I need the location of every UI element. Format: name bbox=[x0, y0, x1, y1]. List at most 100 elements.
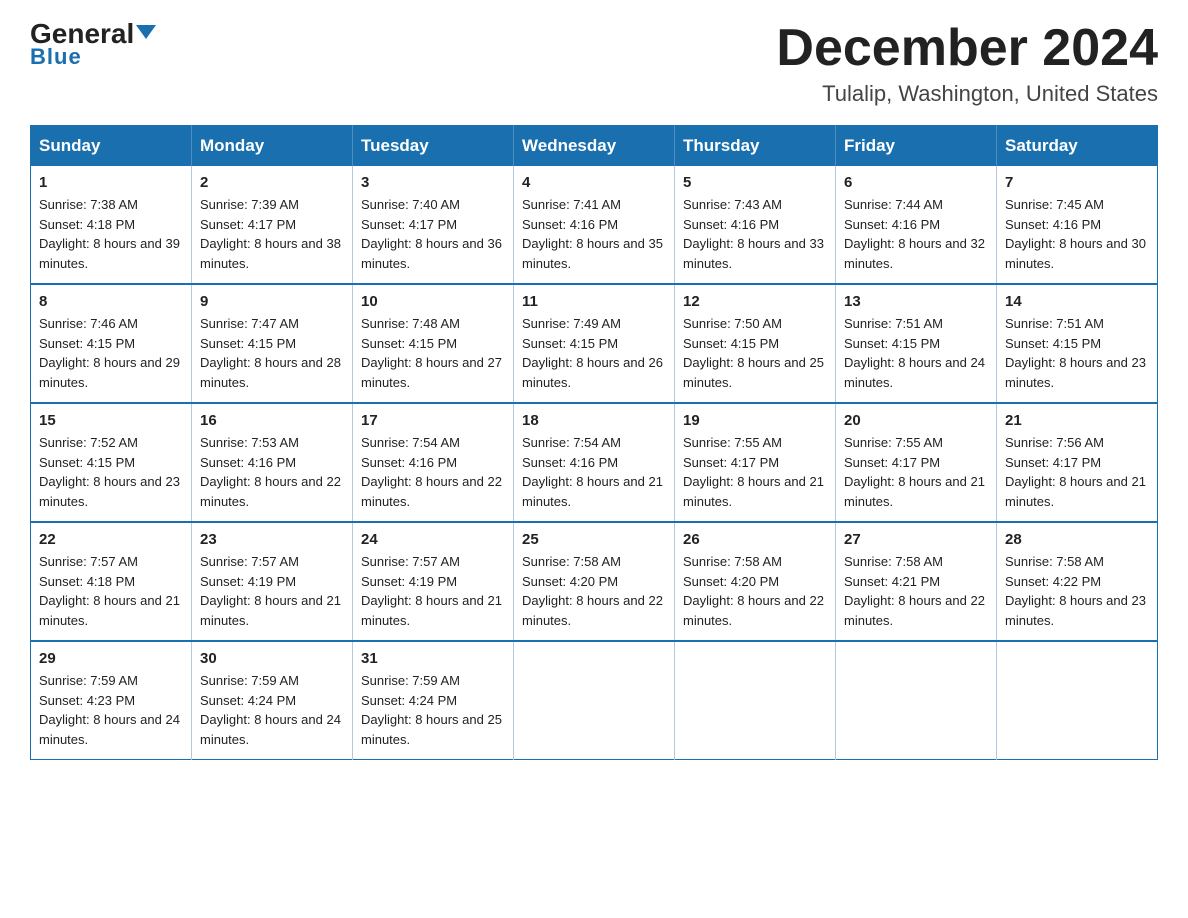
calendar-cell bbox=[675, 641, 836, 760]
day-info: Sunrise: 7:39 AM Sunset: 4:17 PM Dayligh… bbox=[200, 195, 344, 273]
day-info: Sunrise: 7:48 AM Sunset: 4:15 PM Dayligh… bbox=[361, 314, 505, 392]
calendar-cell: 1 Sunrise: 7:38 AM Sunset: 4:18 PM Dayli… bbox=[31, 166, 192, 284]
day-number: 10 bbox=[361, 293, 505, 310]
calendar-cell: 3 Sunrise: 7:40 AM Sunset: 4:17 PM Dayli… bbox=[353, 166, 514, 284]
day-number: 27 bbox=[844, 531, 988, 548]
day-info: Sunrise: 7:45 AM Sunset: 4:16 PM Dayligh… bbox=[1005, 195, 1149, 273]
day-number: 21 bbox=[1005, 412, 1149, 429]
header-friday: Friday bbox=[836, 126, 997, 167]
calendar-cell: 19 Sunrise: 7:55 AM Sunset: 4:17 PM Dayl… bbox=[675, 403, 836, 522]
logo-blue-text: Blue bbox=[30, 44, 82, 70]
calendar-cell: 21 Sunrise: 7:56 AM Sunset: 4:17 PM Dayl… bbox=[997, 403, 1158, 522]
calendar-cell: 6 Sunrise: 7:44 AM Sunset: 4:16 PM Dayli… bbox=[836, 166, 997, 284]
day-info: Sunrise: 7:59 AM Sunset: 4:23 PM Dayligh… bbox=[39, 671, 183, 749]
calendar-cell bbox=[997, 641, 1158, 760]
day-number: 16 bbox=[200, 412, 344, 429]
calendar-cell: 25 Sunrise: 7:58 AM Sunset: 4:20 PM Dayl… bbox=[514, 522, 675, 641]
day-number: 1 bbox=[39, 174, 183, 191]
calendar-cell: 20 Sunrise: 7:55 AM Sunset: 4:17 PM Dayl… bbox=[836, 403, 997, 522]
calendar-week-5: 29 Sunrise: 7:59 AM Sunset: 4:23 PM Dayl… bbox=[31, 641, 1158, 760]
calendar-cell: 16 Sunrise: 7:53 AM Sunset: 4:16 PM Dayl… bbox=[192, 403, 353, 522]
day-info: Sunrise: 7:41 AM Sunset: 4:16 PM Dayligh… bbox=[522, 195, 666, 273]
day-info: Sunrise: 7:58 AM Sunset: 4:20 PM Dayligh… bbox=[683, 552, 827, 630]
day-info: Sunrise: 7:58 AM Sunset: 4:21 PM Dayligh… bbox=[844, 552, 988, 630]
calendar-week-1: 1 Sunrise: 7:38 AM Sunset: 4:18 PM Dayli… bbox=[31, 166, 1158, 284]
day-number: 18 bbox=[522, 412, 666, 429]
calendar-header: SundayMondayTuesdayWednesdayThursdayFrid… bbox=[31, 126, 1158, 167]
day-info: Sunrise: 7:58 AM Sunset: 4:22 PM Dayligh… bbox=[1005, 552, 1149, 630]
day-number: 17 bbox=[361, 412, 505, 429]
day-info: Sunrise: 7:57 AM Sunset: 4:18 PM Dayligh… bbox=[39, 552, 183, 630]
header-sunday: Sunday bbox=[31, 126, 192, 167]
calendar-cell: 17 Sunrise: 7:54 AM Sunset: 4:16 PM Dayl… bbox=[353, 403, 514, 522]
day-number: 4 bbox=[522, 174, 666, 191]
calendar-cell: 2 Sunrise: 7:39 AM Sunset: 4:17 PM Dayli… bbox=[192, 166, 353, 284]
day-info: Sunrise: 7:57 AM Sunset: 4:19 PM Dayligh… bbox=[361, 552, 505, 630]
calendar-cell: 12 Sunrise: 7:50 AM Sunset: 4:15 PM Dayl… bbox=[675, 284, 836, 403]
calendar-cell: 10 Sunrise: 7:48 AM Sunset: 4:15 PM Dayl… bbox=[353, 284, 514, 403]
calendar-cell: 8 Sunrise: 7:46 AM Sunset: 4:15 PM Dayli… bbox=[31, 284, 192, 403]
day-number: 26 bbox=[683, 531, 827, 548]
day-info: Sunrise: 7:43 AM Sunset: 4:16 PM Dayligh… bbox=[683, 195, 827, 273]
day-number: 20 bbox=[844, 412, 988, 429]
day-info: Sunrise: 7:57 AM Sunset: 4:19 PM Dayligh… bbox=[200, 552, 344, 630]
day-info: Sunrise: 7:47 AM Sunset: 4:15 PM Dayligh… bbox=[200, 314, 344, 392]
calendar-cell: 23 Sunrise: 7:57 AM Sunset: 4:19 PM Dayl… bbox=[192, 522, 353, 641]
day-number: 3 bbox=[361, 174, 505, 191]
day-info: Sunrise: 7:51 AM Sunset: 4:15 PM Dayligh… bbox=[844, 314, 988, 392]
day-info: Sunrise: 7:44 AM Sunset: 4:16 PM Dayligh… bbox=[844, 195, 988, 273]
calendar-title: December 2024 bbox=[776, 20, 1158, 77]
calendar-cell: 11 Sunrise: 7:49 AM Sunset: 4:15 PM Dayl… bbox=[514, 284, 675, 403]
calendar-week-3: 15 Sunrise: 7:52 AM Sunset: 4:15 PM Dayl… bbox=[31, 403, 1158, 522]
calendar-table: SundayMondayTuesdayWednesdayThursdayFrid… bbox=[30, 125, 1158, 760]
calendar-cell: 22 Sunrise: 7:57 AM Sunset: 4:18 PM Dayl… bbox=[31, 522, 192, 641]
calendar-cell: 13 Sunrise: 7:51 AM Sunset: 4:15 PM Dayl… bbox=[836, 284, 997, 403]
day-info: Sunrise: 7:53 AM Sunset: 4:16 PM Dayligh… bbox=[200, 433, 344, 511]
day-number: 6 bbox=[844, 174, 988, 191]
header-tuesday: Tuesday bbox=[353, 126, 514, 167]
calendar-cell: 7 Sunrise: 7:45 AM Sunset: 4:16 PM Dayli… bbox=[997, 166, 1158, 284]
calendar-cell: 14 Sunrise: 7:51 AM Sunset: 4:15 PM Dayl… bbox=[997, 284, 1158, 403]
day-number: 14 bbox=[1005, 293, 1149, 310]
day-number: 7 bbox=[1005, 174, 1149, 191]
day-number: 25 bbox=[522, 531, 666, 548]
calendar-cell: 31 Sunrise: 7:59 AM Sunset: 4:24 PM Dayl… bbox=[353, 641, 514, 760]
day-info: Sunrise: 7:51 AM Sunset: 4:15 PM Dayligh… bbox=[1005, 314, 1149, 392]
calendar-cell: 30 Sunrise: 7:59 AM Sunset: 4:24 PM Dayl… bbox=[192, 641, 353, 760]
calendar-cell: 15 Sunrise: 7:52 AM Sunset: 4:15 PM Dayl… bbox=[31, 403, 192, 522]
calendar-cell bbox=[836, 641, 997, 760]
title-block: December 2024 Tulalip, Washington, Unite… bbox=[776, 20, 1158, 107]
page-header: General Blue December 2024 Tulalip, Wash… bbox=[30, 20, 1158, 107]
day-info: Sunrise: 7:40 AM Sunset: 4:17 PM Dayligh… bbox=[361, 195, 505, 273]
day-number: 11 bbox=[522, 293, 666, 310]
day-number: 13 bbox=[844, 293, 988, 310]
day-info: Sunrise: 7:52 AM Sunset: 4:15 PM Dayligh… bbox=[39, 433, 183, 511]
calendar-cell: 18 Sunrise: 7:54 AM Sunset: 4:16 PM Dayl… bbox=[514, 403, 675, 522]
logo: General Blue bbox=[30, 20, 156, 70]
day-number: 12 bbox=[683, 293, 827, 310]
day-info: Sunrise: 7:54 AM Sunset: 4:16 PM Dayligh… bbox=[522, 433, 666, 511]
day-number: 19 bbox=[683, 412, 827, 429]
calendar-header-row: SundayMondayTuesdayWednesdayThursdayFrid… bbox=[31, 126, 1158, 167]
calendar-cell: 5 Sunrise: 7:43 AM Sunset: 4:16 PM Dayli… bbox=[675, 166, 836, 284]
day-number: 30 bbox=[200, 650, 344, 667]
day-info: Sunrise: 7:59 AM Sunset: 4:24 PM Dayligh… bbox=[361, 671, 505, 749]
day-info: Sunrise: 7:58 AM Sunset: 4:20 PM Dayligh… bbox=[522, 552, 666, 630]
calendar-body: 1 Sunrise: 7:38 AM Sunset: 4:18 PM Dayli… bbox=[31, 166, 1158, 760]
day-info: Sunrise: 7:56 AM Sunset: 4:17 PM Dayligh… bbox=[1005, 433, 1149, 511]
header-saturday: Saturday bbox=[997, 126, 1158, 167]
day-number: 9 bbox=[200, 293, 344, 310]
day-info: Sunrise: 7:55 AM Sunset: 4:17 PM Dayligh… bbox=[844, 433, 988, 511]
day-number: 24 bbox=[361, 531, 505, 548]
logo-triangle-icon bbox=[136, 25, 156, 39]
day-number: 2 bbox=[200, 174, 344, 191]
day-info: Sunrise: 7:38 AM Sunset: 4:18 PM Dayligh… bbox=[39, 195, 183, 273]
day-number: 29 bbox=[39, 650, 183, 667]
day-info: Sunrise: 7:54 AM Sunset: 4:16 PM Dayligh… bbox=[361, 433, 505, 511]
calendar-cell: 29 Sunrise: 7:59 AM Sunset: 4:23 PM Dayl… bbox=[31, 641, 192, 760]
calendar-cell: 27 Sunrise: 7:58 AM Sunset: 4:21 PM Dayl… bbox=[836, 522, 997, 641]
day-info: Sunrise: 7:49 AM Sunset: 4:15 PM Dayligh… bbox=[522, 314, 666, 392]
day-number: 22 bbox=[39, 531, 183, 548]
day-info: Sunrise: 7:50 AM Sunset: 4:15 PM Dayligh… bbox=[683, 314, 827, 392]
day-number: 8 bbox=[39, 293, 183, 310]
